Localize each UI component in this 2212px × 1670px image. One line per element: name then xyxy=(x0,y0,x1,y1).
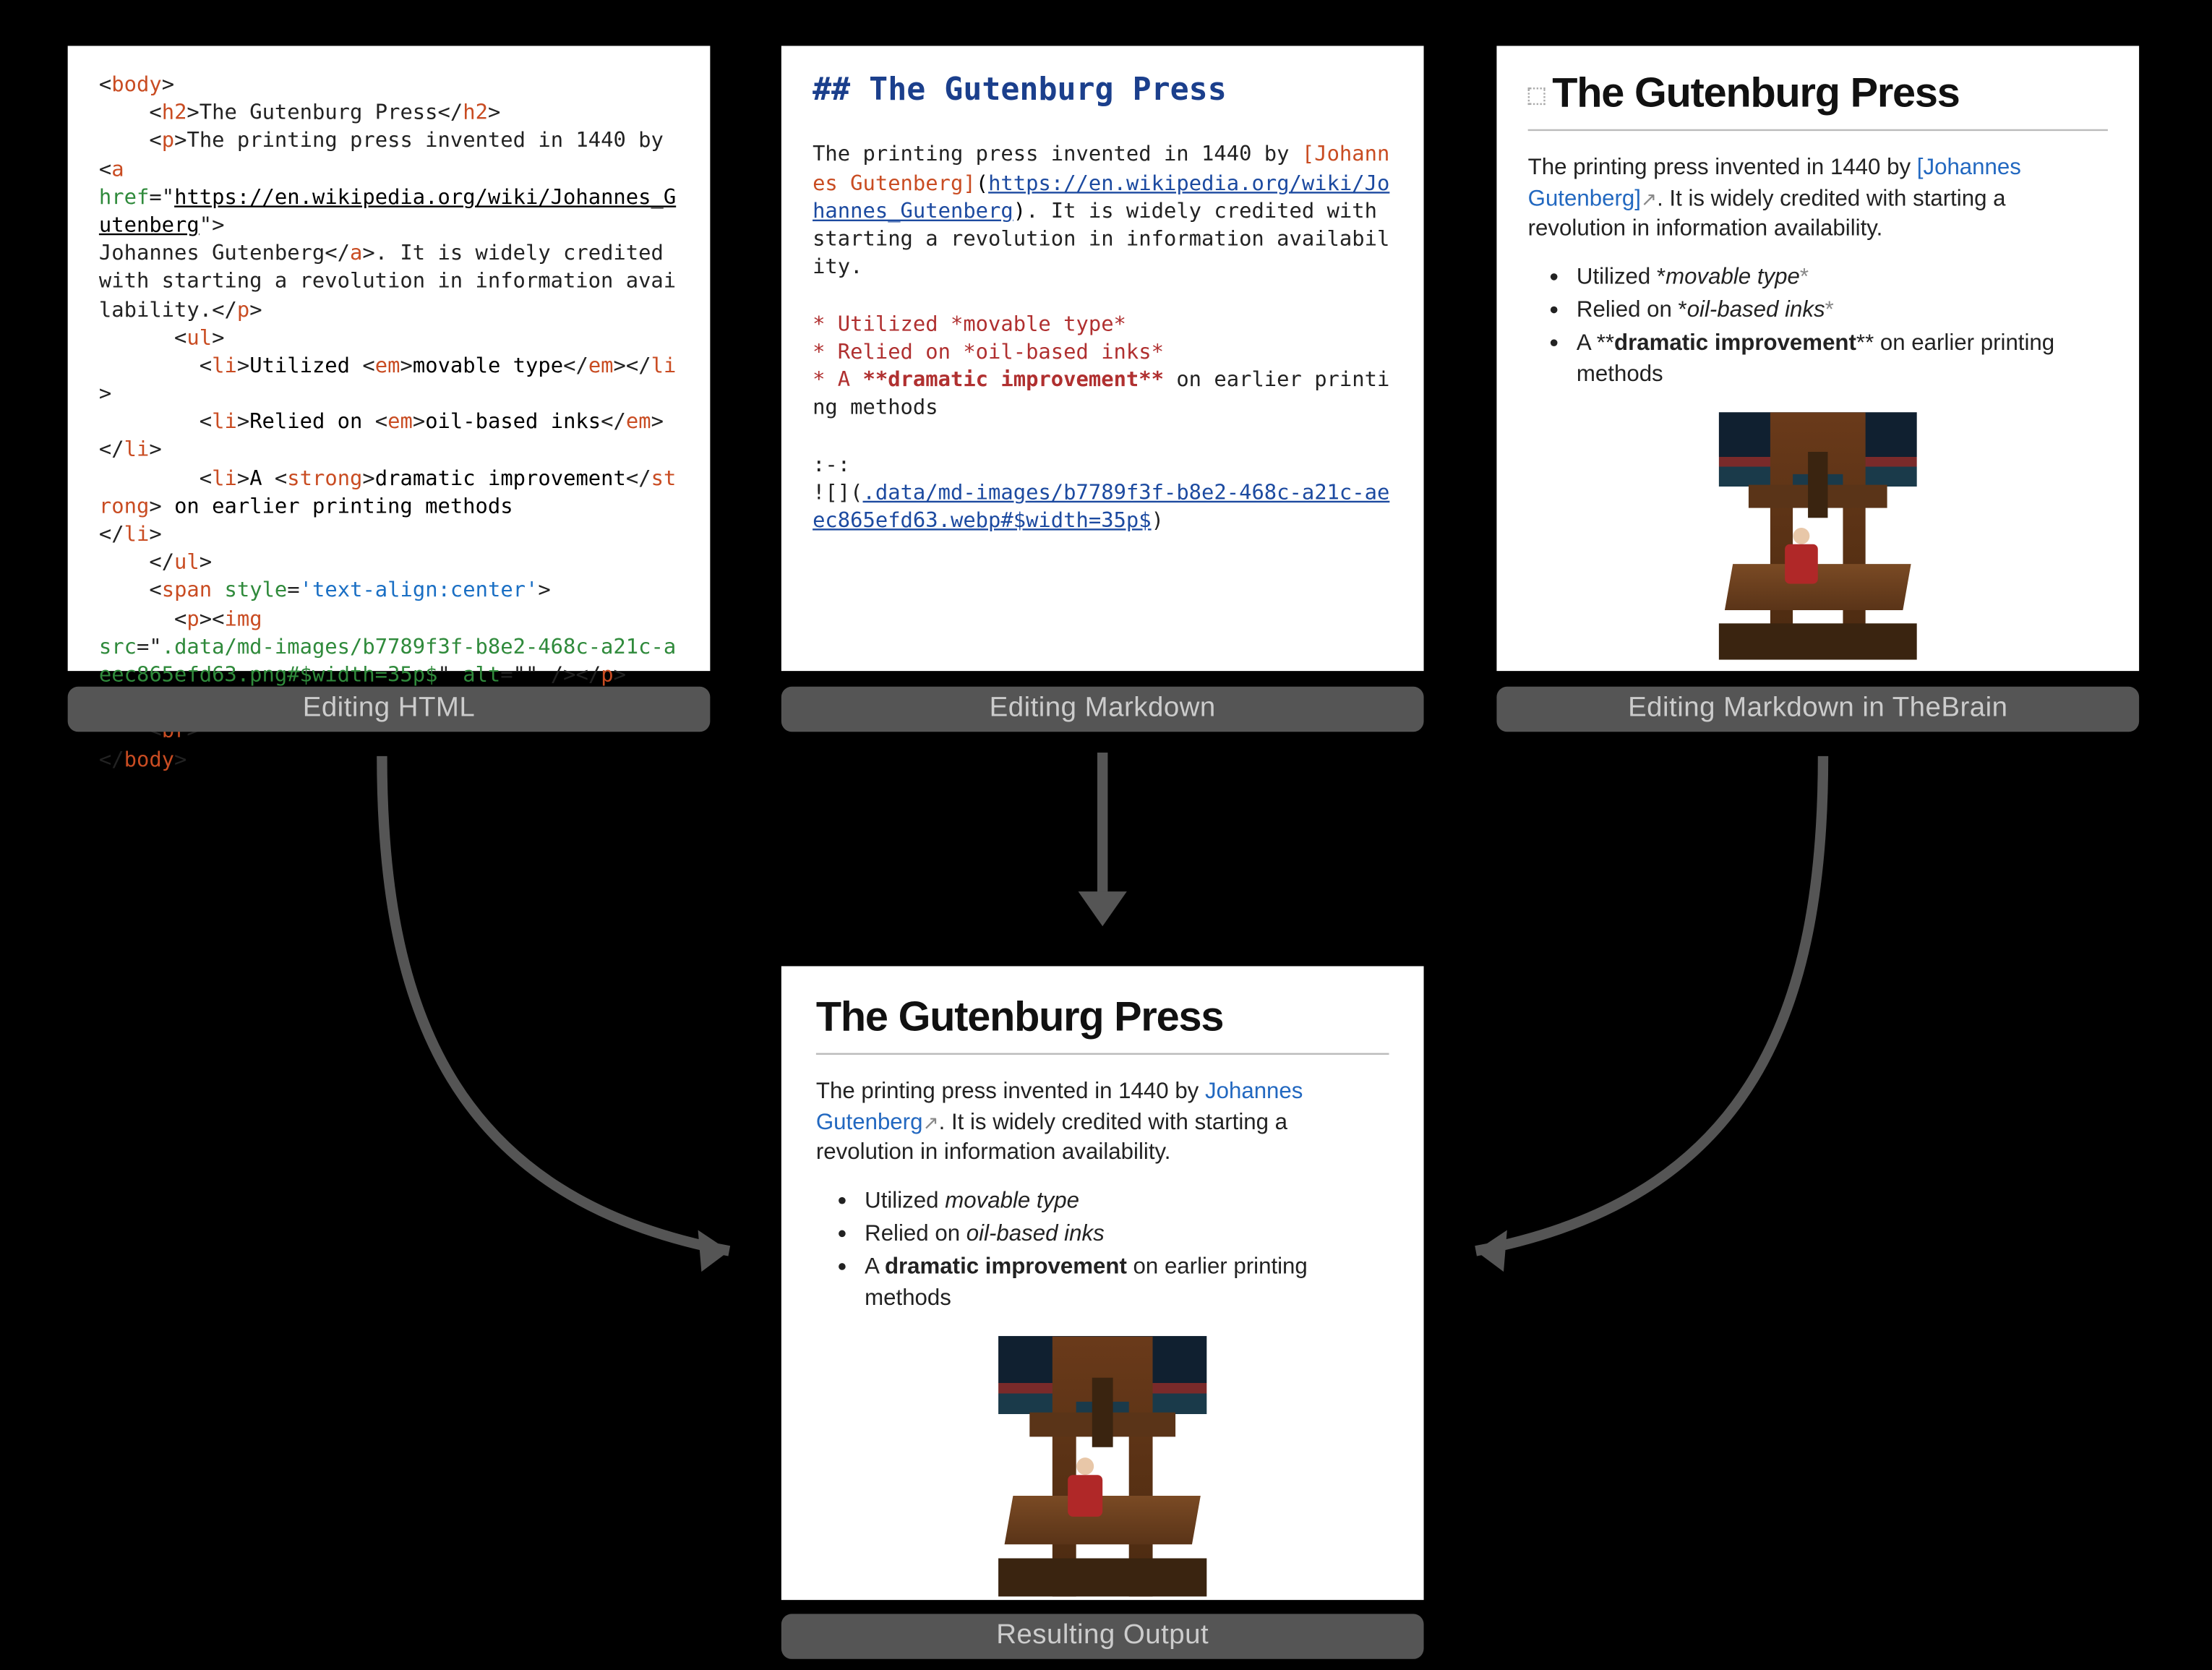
list-item: Utilized *movable type* xyxy=(1577,261,2108,294)
editing-brain-panel: The Gutenburg Press The printing press i… xyxy=(1496,46,2139,671)
brain-caption: Editing Markdown in TheBrain xyxy=(1496,687,2139,732)
brain-intro: The printing press invented in 1440 by [… xyxy=(1528,152,2108,244)
output-intro: The printing press invented in 1440 by J… xyxy=(816,1076,1389,1168)
arrow-left-curve-icon xyxy=(208,748,764,1286)
list-item: A dramatic improvement on earlier printi… xyxy=(865,1250,1389,1316)
brain-title: The Gutenburg Press xyxy=(1528,70,2108,119)
output-title: The Gutenburg Press xyxy=(816,994,1389,1042)
title-rule xyxy=(816,1053,1389,1054)
output-caption: Resulting Output xyxy=(781,1614,1424,1658)
list-item: Utilized movable type xyxy=(865,1185,1389,1217)
external-link-icon: ↗ xyxy=(922,1113,938,1134)
markdown-caption: Editing Markdown xyxy=(781,687,1424,732)
brain-image xyxy=(1528,413,2108,673)
drag-handle-icon[interactable] xyxy=(1528,87,1546,104)
arrow-right-curve-icon xyxy=(1441,748,1997,1286)
editing-markdown-panel: ## The Gutenburg Press The printing pres… xyxy=(781,46,1424,671)
output-bullets: Utilized movable type Relied on oil-base… xyxy=(865,1185,1389,1316)
list-item: A **dramatic improvement** on earlier pr… xyxy=(1577,327,2108,393)
editing-html-panel: <body> <h2>The Gutenburg Press</h2> <p>T… xyxy=(68,46,711,671)
html-caption: Editing HTML xyxy=(68,687,711,732)
brain-bullets: Utilized *movable type* Relied on *oil-b… xyxy=(1577,261,2108,392)
output-image xyxy=(816,1337,1389,1597)
title-rule xyxy=(1528,129,2108,131)
list-item: Relied on *oil-based inks* xyxy=(1577,294,2108,326)
html-code-block: <body> <h2>The Gutenburg Press</h2> <p>T… xyxy=(99,70,679,773)
markdown-code-block: ## The Gutenburg Press The printing pres… xyxy=(813,70,1392,534)
list-item: Relied on oil-based inks xyxy=(865,1217,1389,1250)
arrow-down-icon xyxy=(1089,753,1116,926)
resulting-output-panel: The Gutenburg Press The printing press i… xyxy=(781,966,1424,1600)
external-link-icon: ↗ xyxy=(1641,189,1657,210)
